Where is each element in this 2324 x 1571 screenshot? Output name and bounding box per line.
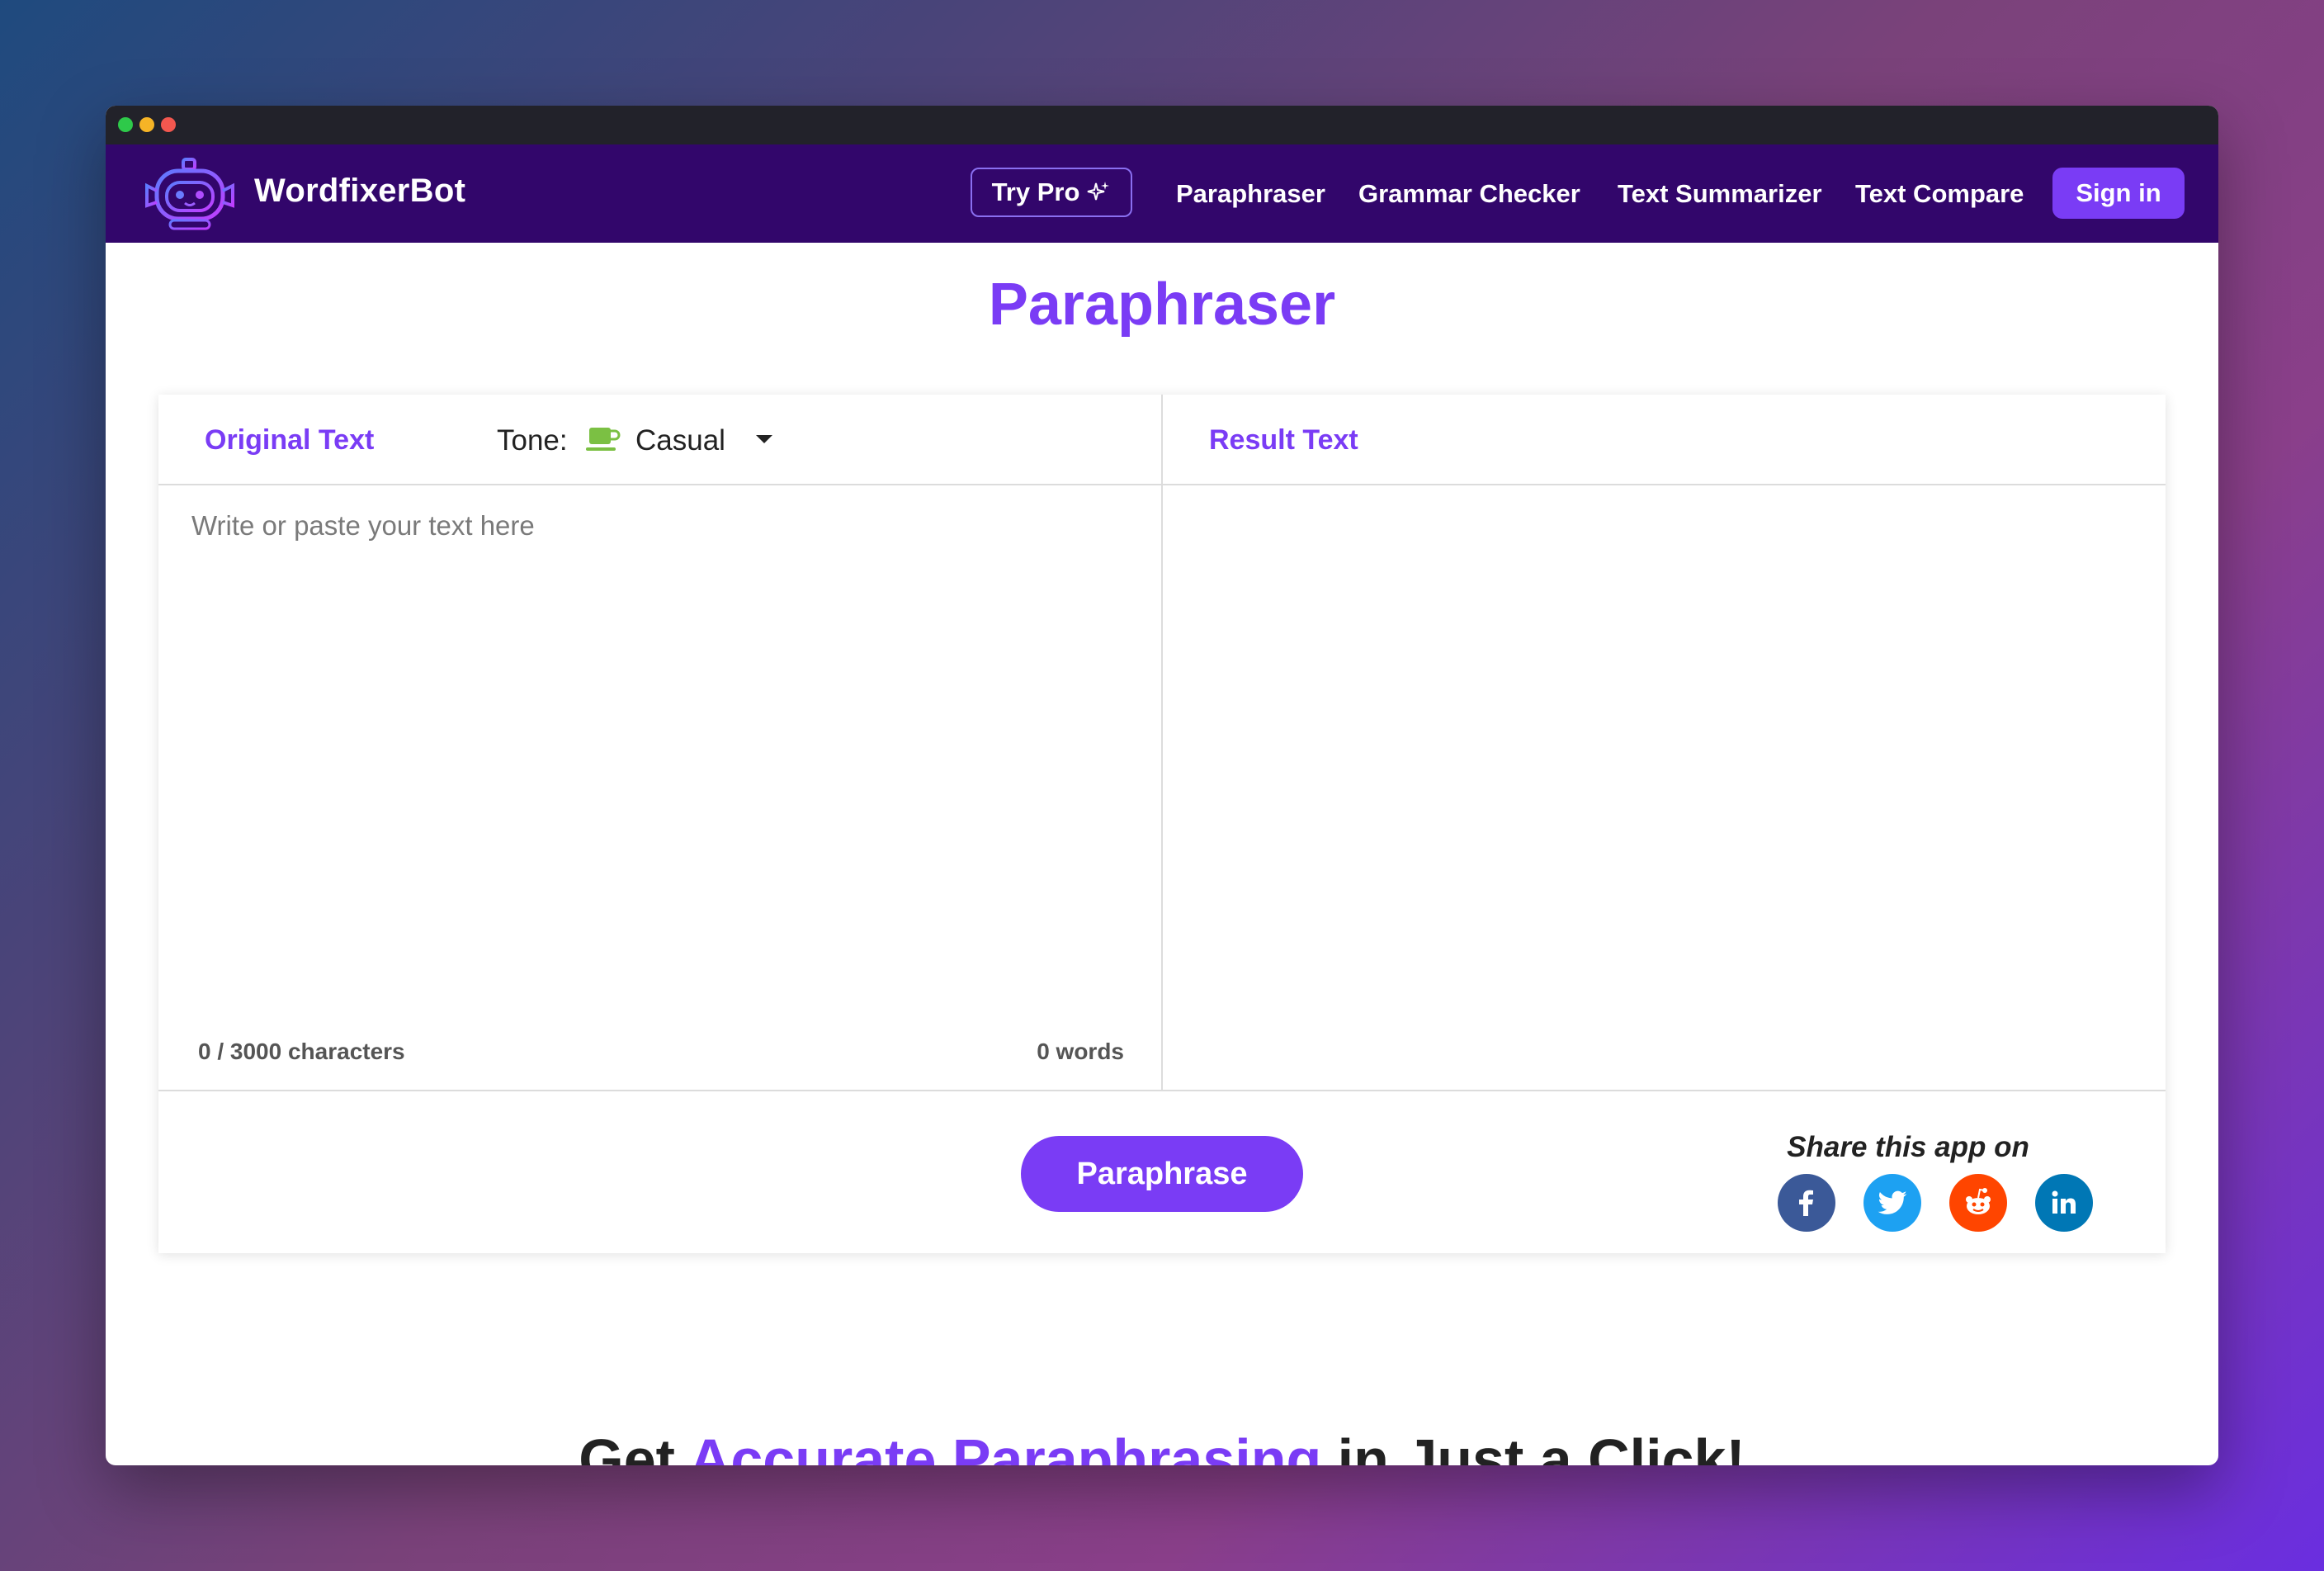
reddit-share-button[interactable]: [1949, 1174, 2007, 1232]
try-pro-label: Try Pro: [991, 177, 1080, 206]
window-maximize-button[interactable]: [118, 117, 133, 132]
page-title: Paraphraser: [988, 272, 1336, 338]
footer-divider: [158, 1090, 2166, 1091]
heading-prefix: Get: [579, 1427, 689, 1465]
window-minimize-button[interactable]: [139, 117, 154, 132]
facebook-icon: [1799, 1190, 1813, 1216]
header-divider: [158, 484, 2166, 485]
nav-link-grammar-checker[interactable]: Grammar Checker: [1358, 179, 1580, 209]
heading-accent: Accurate Paraphrasing: [688, 1427, 1322, 1465]
nav-link-text-compare[interactable]: Text Compare: [1855, 179, 2024, 209]
try-pro-button[interactable]: Try Pro: [971, 168, 1132, 217]
pane-divider: [1161, 395, 1163, 1090]
twitter-share-button[interactable]: [1863, 1174, 1921, 1232]
linkedin-share-button[interactable]: [2035, 1174, 2093, 1232]
sparkle-icon: [1088, 182, 1110, 201]
heading-suffix: in Just a Click!: [1321, 1427, 1745, 1465]
word-count: 0 words: [1037, 1039, 1124, 1064]
original-text-input[interactable]: [175, 502, 1141, 964]
paraphraser-card: Original Text Tone: Casual Result Text 0…: [158, 395, 2166, 1253]
tone-label: Tone:: [497, 424, 568, 457]
nav-link-paraphraser[interactable]: Paraphraser: [1176, 179, 1325, 209]
original-text-title: Original Text: [205, 424, 375, 456]
linkedin-icon: [2052, 1190, 2076, 1214]
tone-select[interactable]: Casual: [635, 424, 725, 457]
reddit-icon: [1966, 1188, 1991, 1214]
result-text-title: Result Text: [1209, 424, 1358, 456]
coffee-cup-icon[interactable]: [586, 426, 621, 452]
marketing-heading: Get Accurate Paraphrasing in Just a Clic…: [106, 1427, 2218, 1465]
robot-logo-icon[interactable]: [140, 158, 239, 230]
browser-window: WordfixerBot Try Pro Paraphraser Grammar…: [106, 106, 2218, 1465]
sign-in-button[interactable]: Sign in: [2052, 168, 2185, 219]
window-close-button[interactable]: [161, 117, 176, 132]
twitter-icon: [1878, 1190, 1907, 1214]
brand-name[interactable]: WordfixerBot: [254, 173, 465, 210]
chevron-down-icon[interactable]: [756, 435, 772, 443]
share-label: Share this app on: [1787, 1131, 2029, 1163]
nav-link-text-summarizer[interactable]: Text Summarizer: [1618, 179, 1822, 209]
top-navbar: WordfixerBot Try Pro Paraphraser Grammar…: [106, 144, 2218, 243]
facebook-share-button[interactable]: [1778, 1174, 1835, 1232]
paraphrase-button[interactable]: Paraphrase: [1021, 1136, 1303, 1212]
window-titlebar: [106, 106, 2218, 144]
character-count: 0 / 3000 characters: [198, 1039, 405, 1064]
